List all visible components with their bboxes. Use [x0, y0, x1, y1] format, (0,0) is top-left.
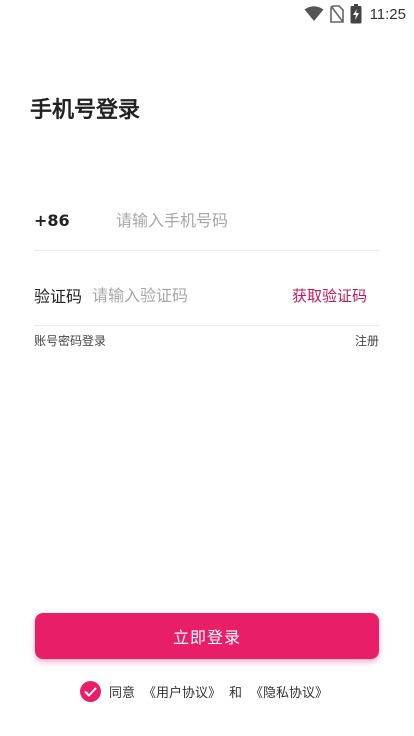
check-icon: [84, 687, 97, 696]
link-row: 账号密码登录 注册: [34, 332, 379, 349]
code-label: 验证码: [34, 287, 83, 306]
code-row: 验证码 获取验证码: [34, 265, 379, 326]
agree-text: 同意: [109, 686, 136, 701]
page-title: 手机号登录: [30, 98, 141, 123]
no-sim-icon: [329, 5, 344, 23]
privacy-agreement-link[interactable]: 《隐私协议》: [250, 682, 328, 701]
country-code[interactable]: +86: [34, 211, 116, 230]
get-code-button[interactable]: 获取验证码: [292, 285, 367, 306]
and-text: 和: [229, 686, 243, 701]
password-login-link[interactable]: 账号密码登录: [34, 332, 106, 349]
agreement: 同意 《用户协议》 和 《隐私协议》: [80, 681, 328, 702]
agree-checkbox[interactable]: [80, 681, 101, 702]
user-agreement-link[interactable]: 《用户协议》: [143, 682, 221, 701]
status-bar: 11:25: [0, 0, 414, 28]
login-button[interactable]: 立即登录: [35, 613, 379, 659]
phone-input[interactable]: [116, 210, 379, 230]
code-input[interactable]: [91, 285, 292, 305]
phone-row: +86: [34, 190, 379, 251]
battery-charging-icon: [350, 4, 362, 24]
status-time: 11:25: [369, 5, 406, 23]
wifi-icon: [304, 6, 324, 22]
register-link[interactable]: 注册: [355, 332, 379, 349]
status-icons: 11:25: [304, 4, 406, 24]
